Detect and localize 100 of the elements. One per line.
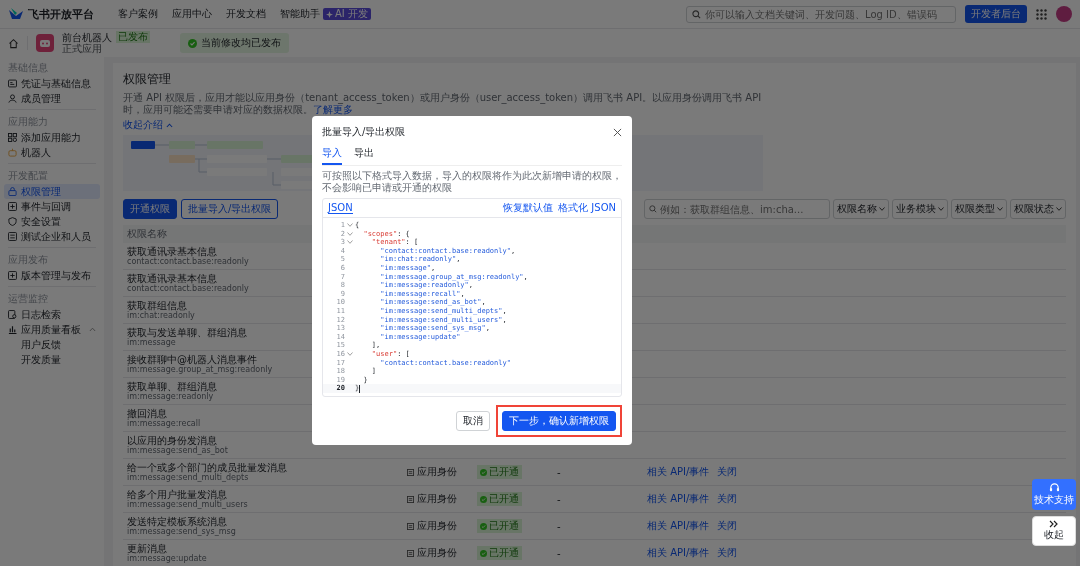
sidebar-item-icon bbox=[8, 271, 17, 280]
sidebar-subitem[interactable]: 用户反馈 bbox=[4, 337, 100, 352]
filter-dropdown[interactable]: 业务模块 bbox=[892, 199, 948, 219]
status-tag: 已开通 bbox=[477, 465, 522, 479]
dialog-tab[interactable]: 导入 bbox=[322, 146, 342, 165]
row-action-link[interactable]: 相关 API/事件 bbox=[647, 492, 710, 506]
permission-scope: im:message:send_as_bot bbox=[127, 445, 228, 456]
sidebar-item[interactable]: 日志检索 bbox=[4, 307, 100, 322]
check-icon bbox=[480, 549, 487, 557]
permission-name: 获取通讯录基本信息 bbox=[127, 272, 217, 284]
console-button[interactable]: 开发者后台 bbox=[965, 5, 1027, 23]
status-text: 当前修改均已发布 bbox=[201, 36, 281, 50]
row-action-link[interactable]: 相关 API/事件 bbox=[647, 546, 710, 560]
fold-chevron-icon[interactable] bbox=[347, 231, 353, 236]
dialog-hint: 可按照以下格式导入数据，导入的权限将作为此次新增申请的权限，不会影响已申请或开通的权限 bbox=[322, 170, 622, 194]
check-icon bbox=[480, 522, 487, 530]
action-button[interactable]: 开通权限 bbox=[123, 199, 177, 219]
nav-link[interactable]: 客户案例 bbox=[118, 7, 158, 21]
table-cell: - bbox=[557, 493, 561, 505]
permission-name: 获取单聊、群组消息 bbox=[127, 380, 217, 392]
nav-badge: AI 开发 bbox=[323, 8, 371, 20]
dialog-title: 批量导入/导出权限 bbox=[322, 125, 406, 139]
fold-chevron-icon[interactable] bbox=[347, 352, 353, 357]
permission-scope: im:chat:readonly bbox=[127, 310, 195, 321]
identity-icon bbox=[407, 522, 414, 530]
home-icon[interactable] bbox=[8, 37, 19, 49]
avatar[interactable] bbox=[1056, 6, 1072, 22]
filter-dropdown[interactable]: 权限类型 bbox=[951, 199, 1007, 219]
table-cell: - bbox=[557, 466, 561, 478]
sidebar-item-icon bbox=[8, 325, 17, 334]
row-action-link[interactable]: 关闭 bbox=[717, 465, 738, 479]
sidebar-item[interactable]: 安全设置 bbox=[4, 214, 100, 229]
sidebar-item-icon bbox=[8, 202, 17, 211]
check-icon bbox=[480, 468, 487, 476]
action-button[interactable]: 批量导入/导出权限 bbox=[181, 199, 279, 219]
apps-grid-icon[interactable] bbox=[1036, 8, 1047, 20]
fold-chevron-icon[interactable] bbox=[347, 223, 353, 228]
nav-link[interactable]: 智能助手 bbox=[280, 7, 320, 21]
sidebar-item-icon bbox=[8, 79, 17, 88]
row-action-link[interactable]: 关闭 bbox=[717, 492, 738, 506]
sidebar-item[interactable]: 应用质量看板 bbox=[4, 322, 100, 337]
collapse-button[interactable]: 收起 bbox=[1032, 516, 1076, 546]
robot-app-icon bbox=[36, 34, 54, 52]
nav-link[interactable]: 应用中心 bbox=[172, 7, 212, 21]
collapse-link[interactable]: 收起介绍 bbox=[123, 118, 163, 132]
app-name: 前台机器人 bbox=[62, 31, 112, 43]
identity-text: 应用身份 bbox=[417, 546, 457, 560]
page-title: 权限管理 bbox=[123, 71, 172, 88]
editor-tab[interactable]: JSON bbox=[328, 202, 353, 214]
learn-more-link[interactable]: 了解更多 bbox=[313, 104, 353, 115]
permission-scope: im:message bbox=[127, 337, 176, 348]
editor-action-link[interactable]: 恢复默认值 bbox=[503, 201, 554, 215]
permission-name: 获取通讯录基本信息 bbox=[127, 245, 217, 257]
dialog-tab[interactable]: 导出 bbox=[354, 146, 374, 165]
sidebar-item[interactable]: 权限管理 bbox=[4, 184, 100, 199]
caret-icon bbox=[938, 207, 944, 211]
sidebar-item[interactable]: 事件与回调 bbox=[4, 199, 100, 214]
row-action-link[interactable]: 相关 API/事件 bbox=[647, 519, 710, 533]
support-button[interactable]: 技术支持 bbox=[1032, 479, 1076, 510]
permission-name: 撤回消息 bbox=[127, 407, 167, 419]
sidebar-item[interactable]: 凭证与基础信息 bbox=[4, 76, 100, 91]
table-cell: - bbox=[557, 520, 561, 532]
chevron-up-icon[interactable] bbox=[166, 122, 173, 128]
permission-scope: im:message:recall bbox=[127, 418, 201, 429]
row-action-link[interactable]: 相关 API/事件 bbox=[647, 465, 710, 479]
app-tag: 已发布 bbox=[116, 31, 150, 43]
table-cell: - bbox=[557, 547, 561, 559]
fold-chevron-icon[interactable] bbox=[347, 240, 353, 245]
permission-scope: contact:contact.base:readonly bbox=[127, 283, 249, 294]
row-action-link[interactable]: 关闭 bbox=[717, 546, 738, 560]
sidebar-item[interactable]: 成员管理 bbox=[4, 91, 100, 106]
row-action-link[interactable]: 关闭 bbox=[717, 519, 738, 533]
sparkle-icon bbox=[326, 10, 333, 18]
sidebar-subitem[interactable]: 开发质量 bbox=[4, 352, 100, 367]
code-editor[interactable] bbox=[322, 198, 622, 397]
status-tag: 已开通 bbox=[477, 519, 522, 533]
identity-text: 应用身份 bbox=[417, 465, 457, 479]
identity-icon bbox=[407, 549, 414, 557]
sidebar-item[interactable]: 测试企业和人员 bbox=[4, 229, 100, 244]
sidebar-item-icon bbox=[8, 217, 17, 226]
editor-action-link[interactable]: 格式化 JSON bbox=[558, 201, 616, 215]
identity-icon bbox=[407, 468, 414, 476]
dialog-button[interactable]: 取消 bbox=[456, 410, 490, 431]
permission-name: 接收群聊中@机器人消息事件 bbox=[127, 353, 257, 365]
permission-scope: contact:contact.base:readonly bbox=[127, 256, 249, 267]
status-tag: 已开通 bbox=[477, 492, 522, 506]
sidebar-item[interactable]: 版本管理与发布 bbox=[4, 268, 100, 283]
sidebar-item[interactable]: 添加应用能力 bbox=[4, 130, 100, 145]
close-icon[interactable] bbox=[613, 127, 622, 137]
sidebar-item[interactable]: 机器人 bbox=[4, 145, 100, 160]
search-icon bbox=[692, 9, 701, 19]
filter-dropdown[interactable]: 权限状态 bbox=[1010, 199, 1066, 219]
caret-icon bbox=[1056, 207, 1062, 211]
permission-name: 更新消息 bbox=[127, 542, 167, 554]
chevron-icon[interactable] bbox=[89, 327, 96, 332]
logo-text[interactable]: 飞书开放平台 bbox=[28, 6, 94, 22]
nav-link[interactable]: 开发文档 bbox=[226, 7, 266, 21]
dialog-button[interactable]: 下一步，确认新增权限 bbox=[502, 410, 616, 431]
logo-icon bbox=[8, 7, 24, 21]
filter-dropdown[interactable]: 权限名称 bbox=[833, 199, 889, 219]
